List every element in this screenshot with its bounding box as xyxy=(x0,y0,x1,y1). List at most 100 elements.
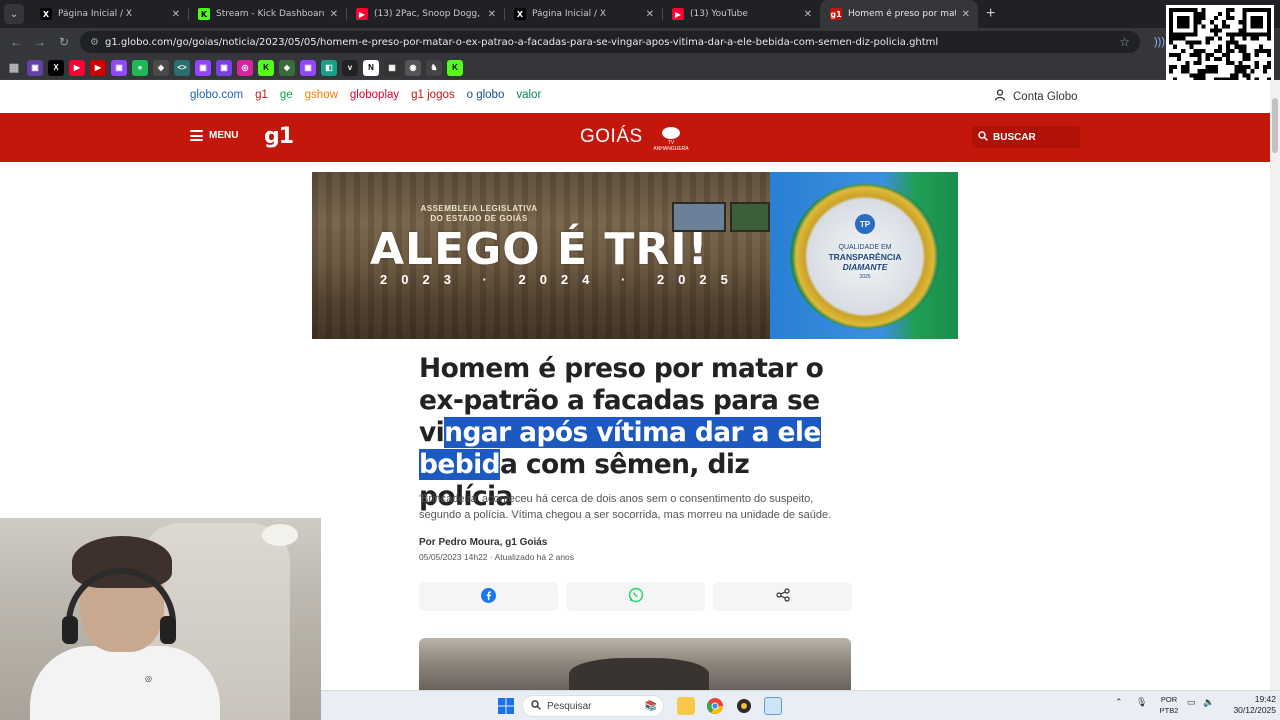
globo-link[interactable]: g1 xyxy=(255,89,268,101)
vimeo-icon[interactable]: v xyxy=(342,59,358,76)
browser-tab[interactable]: X Página Inicial / X ✕ xyxy=(30,0,188,28)
globo-link[interactable]: ge xyxy=(280,89,293,101)
qr-module xyxy=(1254,32,1259,37)
app-taskbar-icon[interactable] xyxy=(764,697,782,715)
share-facebook-button[interactable] xyxy=(419,582,558,611)
network-icon[interactable]: ▭ xyxy=(1187,697,1196,708)
qr-module xyxy=(1201,69,1206,74)
globo-link[interactable]: globoplay xyxy=(350,89,399,101)
globo-link[interactable]: gshow xyxy=(305,89,338,101)
qr-module xyxy=(1258,32,1263,37)
tab-close-icon[interactable]: ✕ xyxy=(962,9,970,20)
microphone-icon[interactable]: 🎙 xyxy=(1136,697,1147,708)
browser-tab[interactable]: X Página Inicial / X ✕ xyxy=(504,0,662,28)
app-icon[interactable]: ◈ xyxy=(279,59,295,76)
qr-module xyxy=(1258,16,1263,21)
tv-anhanguera-logo[interactable]: TV ANHANGUERA xyxy=(652,127,690,152)
notion-icon[interactable]: N xyxy=(363,59,379,76)
globo-link[interactable]: globo.com xyxy=(190,89,243,101)
search-icon xyxy=(978,130,988,144)
browser-tab[interactable]: g1 Homem é preso por matar o e ✕ xyxy=(820,0,978,28)
spotify-icon[interactable]: ● xyxy=(132,59,148,76)
qr-module xyxy=(1169,20,1174,25)
search-button[interactable]: BUSCAR xyxy=(972,126,1080,148)
taskbar-search[interactable]: Pesquisar 📚 xyxy=(522,695,664,717)
tab-close-icon[interactable]: ✕ xyxy=(172,9,180,20)
kick-icon[interactable]: K xyxy=(258,59,274,76)
globo-link[interactable]: g1 jogos xyxy=(411,89,454,101)
taskbar-clock[interactable]: 19:42 30/12/2025 xyxy=(1224,694,1276,716)
qr-module xyxy=(1226,40,1231,45)
qr-module xyxy=(1230,48,1235,53)
grid-icon[interactable]: ▦ xyxy=(384,59,400,76)
tab-search-button[interactable]: ⌄ xyxy=(4,4,24,24)
qr-module xyxy=(1266,61,1271,66)
file-explorer-icon[interactable] xyxy=(677,697,695,715)
kick-icon[interactable]: K xyxy=(447,59,463,76)
cast-icon[interactable]: ))) xyxy=(1154,36,1165,48)
share-button[interactable] xyxy=(713,582,852,611)
forward-icon[interactable]: → xyxy=(28,35,52,49)
qr-module xyxy=(1197,12,1202,17)
twitch-icon[interactable]: ▣ xyxy=(300,59,316,76)
youtube-icon[interactable]: ▶ xyxy=(69,59,85,76)
globo-link[interactable]: valor xyxy=(516,89,541,101)
bookmark-star-icon[interactable]: ☆ xyxy=(1119,35,1130,49)
youtube-studio-icon[interactable]: ▶ xyxy=(90,59,106,76)
twitch-icon[interactable]: ▣ xyxy=(216,59,232,76)
reload-icon[interactable]: ↻ xyxy=(52,35,76,49)
region-title[interactable]: GOIÁS xyxy=(580,126,643,148)
qr-module xyxy=(1177,20,1182,25)
address-bar[interactable]: ⚙ g1.globo.com/go/goias/noticia/2023/05/… xyxy=(80,31,1140,53)
tab-close-icon[interactable]: ✕ xyxy=(330,9,338,20)
app-icon[interactable]: ◆ xyxy=(153,59,169,76)
article-headline: Homem é preso por matar o ex-patrão a fa… xyxy=(419,353,849,513)
site-info-icon[interactable]: ⚙ xyxy=(90,37,99,48)
windows-start-icon[interactable] xyxy=(497,697,515,715)
clock-date: 30/12/2025 xyxy=(1233,705,1276,715)
browser-tab[interactable]: ▶ (13) 2Pac, Snoop Dogg, Nate D ✕ xyxy=(346,0,504,28)
browser-tab[interactable]: K Stream - Kick Dashboard ✕ xyxy=(188,0,346,28)
chrome-icon[interactable] xyxy=(706,697,724,715)
tab-close-icon[interactable]: ✕ xyxy=(804,9,812,20)
instagram-icon[interactable]: ◎ xyxy=(237,59,253,76)
back-icon[interactable]: ← xyxy=(4,35,28,49)
qr-module xyxy=(1193,73,1198,78)
ad-banner[interactable]: ASSEMBLEIA LEGISLATIVA DO ESTADO DE GOIÁ… xyxy=(312,172,958,339)
volume-icon[interactable]: 🔈 xyxy=(1203,697,1214,708)
menu-button[interactable]: MENU xyxy=(190,130,238,141)
app-taskbar-icon[interactable] xyxy=(735,697,753,715)
qr-module xyxy=(1189,73,1194,78)
apps-grid-icon[interactable]: ▦ xyxy=(6,60,22,76)
headset-earcup xyxy=(62,616,78,644)
share-whatsapp-button[interactable] xyxy=(566,582,705,611)
qr-module xyxy=(1234,44,1239,49)
whatsapp-icon xyxy=(628,587,644,606)
code-icon[interactable]: <> xyxy=(174,59,190,76)
x-icon[interactable]: X xyxy=(48,59,64,76)
tab-close-icon[interactable]: ✕ xyxy=(646,9,654,20)
new-tab-button[interactable]: + xyxy=(986,5,995,23)
app-icon[interactable]: ◧ xyxy=(321,59,337,76)
tray-chevron-icon[interactable]: ⌃ xyxy=(1115,697,1123,708)
twitch-icon[interactable]: ▣ xyxy=(111,59,127,76)
qr-module xyxy=(1226,48,1231,53)
browser-tab[interactable]: ▶ (13) YouTube ✕ xyxy=(662,0,820,28)
qr-module xyxy=(1238,48,1243,53)
page-scrollbar[interactable] xyxy=(1270,80,1280,690)
scrollbar-thumb[interactable] xyxy=(1272,98,1278,153)
language-indicator[interactable]: POR PTB2 xyxy=(1159,694,1179,716)
qr-module xyxy=(1197,56,1202,62)
tab-close-icon[interactable]: ✕ xyxy=(488,9,496,20)
tab-favicon-icon: ▶ xyxy=(356,8,368,20)
globo-link[interactable]: o globo xyxy=(467,89,505,101)
shirt-logo-icon: ◎ xyxy=(145,674,152,683)
g1-logo[interactable]: g1 xyxy=(264,124,294,149)
browser-toolbar: ← → ↻ ⚙ g1.globo.com/go/goias/noticia/20… xyxy=(0,28,1280,56)
webcam-overlay: ◎ xyxy=(0,518,321,720)
twitch-icon[interactable]: ▣ xyxy=(27,59,43,76)
twitch-icon[interactable]: ▣ xyxy=(195,59,211,76)
app-icon[interactable]: ◉ xyxy=(405,59,421,76)
app-icon[interactable]: ♞ xyxy=(426,59,442,76)
conta-globo-link[interactable]: Conta Globo xyxy=(994,89,1078,104)
